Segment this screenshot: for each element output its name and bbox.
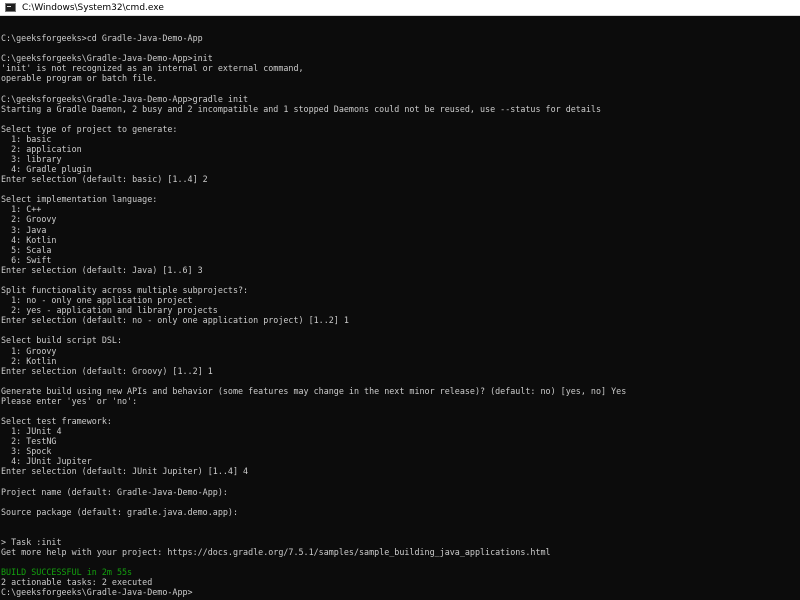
console-line: Please enter 'yes' or 'no': [1,395,138,406]
console-line: operable program or batch file. [1,73,158,84]
console-line: Project name (default: Gradle-Java-Demo-… [1,486,228,497]
console-line: C:\geeksforgeeks\Gradle-Java-Demo-App>in… [1,53,213,64]
console-line: Split functionality across multiple subp… [1,285,249,296]
console-line: Enter selection (default: Java) [1..6] 3 [1,264,203,275]
console-line: C:\geeksforgeeks>cd Gradle-Java-Demo-App [1,33,203,44]
console-lines: C:\geeksforgeeks>cd Gradle-Java-Demo-App… [1,23,796,597]
console-line: 5: Scala [1,244,52,255]
title-bar[interactable]: C:\Windows\System32\cmd.exe [0,0,800,16]
command-prompt-icon [5,3,16,12]
console-line: Select test framework: [1,416,112,427]
console-line: Enter selection (default: basic) [1..4] … [1,174,208,185]
console-line: > Task :init [1,536,62,547]
console-line: 2: application [1,143,82,154]
console-line: Enter selection (default: Groovy) [1..2]… [1,365,213,376]
console-line: Select build script DSL: [1,335,123,346]
console-line: 1: C++ [1,204,42,215]
console-line: 6: Swift [1,254,52,265]
console-line: Enter selection (default: no - only one … [1,315,349,326]
console-line: 3: library [1,154,62,165]
console-line: Select type of project to generate: [1,123,178,134]
console-line: 3: Spock [1,446,52,457]
console-line: 2: TestNG [1,436,57,447]
console-line: Generate build using new APIs and behavi… [1,385,627,396]
console-line: C:\geeksforgeeks\Gradle-Java-Demo-App>gr… [1,93,249,104]
console-line: 2: Kotlin [1,355,57,366]
console-line: 2: Groovy [1,214,57,225]
console-output[interactable]: C:\geeksforgeeks>cd Gradle-Java-Demo-App… [0,16,800,600]
console-line: 3: Java [1,224,47,235]
console-line: Source package (default: gradle.java.dem… [1,506,238,517]
console-line: 1: Groovy [1,345,57,356]
console-line: 1: no - only one application project [1,295,193,306]
console-line: 2 actionable tasks: 2 executed [1,577,153,588]
console-line: 4: JUnit Jupiter [1,456,92,467]
console-line: 1: JUnit 4 [1,426,62,437]
console-line: Enter selection (default: JUnit Jupiter)… [1,466,249,477]
console-line: 4: Gradle plugin [1,164,92,175]
build-status-line: BUILD SUCCESSFUL in 2m 55s [1,567,133,578]
console-line: Starting a Gradle Daemon, 2 busy and 2 i… [1,103,602,114]
console-line: Select implementation language: [1,194,158,205]
console-line: 1: basic [1,133,52,144]
console-line: Get more help with your project: https:/… [1,547,551,558]
console-line: 2: yes - application and library project… [1,305,218,316]
window-title: C:\Windows\System32\cmd.exe [22,2,164,13]
console-line: 'init' is not recognized as an internal … [1,63,304,74]
console-line: C:\geeksforgeeks\Gradle-Java-Demo-App> [1,587,193,598]
console-line: 4: Kotlin [1,234,57,245]
